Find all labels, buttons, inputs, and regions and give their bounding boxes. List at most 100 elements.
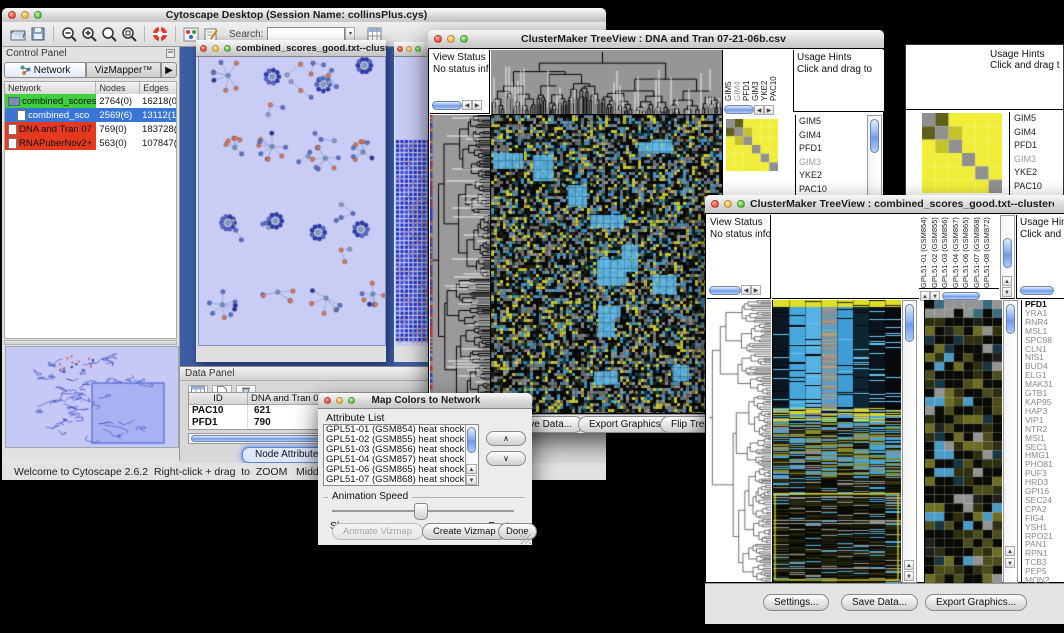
attribute-list-item[interactable]: GPL51-07 (GSM868) heat shock 60 min [324,475,466,485]
network-table-row[interactable]: combined_scores2764(0)16218(0) [5,94,176,108]
gene-label[interactable]: YKE2 [1014,166,1064,180]
scroll-down-icon[interactable]: ▼ [1005,558,1015,568]
array-label[interactable]: GPL51-04 (GSM857) [951,216,962,288]
minimize-icon[interactable] [336,397,343,404]
minimize-icon[interactable] [212,45,219,52]
array-label[interactable]: YKE2 [760,51,769,101]
column-header-edges[interactable]: Edges [140,82,176,94]
close-icon[interactable] [324,397,331,404]
zoom-hscrollbar[interactable]: ◀▶ [724,103,788,116]
close-icon[interactable] [8,11,16,19]
global-vscrollbar[interactable]: ▲ ▼ [902,300,917,583]
gene-dendrogram[interactable] [707,300,771,583]
array-label[interactable]: PFD1 [742,51,751,101]
array-label[interactable]: GIM5 [724,51,733,101]
minimize-icon[interactable] [447,35,455,43]
network-table-row[interactable]: RNAPuberNov2+563(0)107847(0) [5,136,176,150]
gene-label[interactable]: YKE2 [799,169,841,183]
network-canvas[interactable] [198,40,386,346]
gene-label[interactable]: PAC10 [799,183,841,197]
global-heatmap[interactable] [491,115,723,413]
float-panel-icon[interactable] [166,49,175,58]
zoom-window-icon[interactable] [415,46,421,52]
resize-grip[interactable] [520,533,531,544]
array-label[interactable]: GPL51-02 (GSM855) [930,216,941,288]
treeview-dna-titlebar[interactable]: ClusterMaker TreeView : DNA and Tran 07-… [428,30,884,49]
scroll-down-icon[interactable]: ▼ [466,475,477,485]
scroll-right-icon[interactable]: ▶ [472,100,482,110]
zoom-window-icon[interactable] [737,200,745,208]
zoom-window-icon[interactable] [224,45,231,52]
network-view-titlebar[interactable]: combined_scores_good.txt--cluste... [196,40,386,57]
attribute-list-item[interactable]: GPL51-02 (GSM855) heat shock 10 min [324,435,466,445]
save-data-button[interactable]: Save Data... [841,594,918,611]
scroll-up-icon[interactable]: ▲ [466,464,477,474]
open-icon[interactable] [8,25,28,44]
attribute-list-item[interactable]: GPL51-06 (GSM865) heat shock 40 min [324,465,466,475]
gene-label[interactable]: GIM4 [1014,126,1064,140]
attribute-list-item[interactable]: GPL51-01 (GSM854) heat shock 05 min [324,425,466,435]
scrollbar-thumb[interactable] [1006,304,1015,334]
scrollbar-thumb[interactable] [467,427,476,453]
labels-vscrollbar[interactable]: ▲ ▼ [1000,215,1015,299]
array-label[interactable]: GIM4 [733,51,742,101]
global-heatmap[interactable] [772,300,901,583]
close-icon[interactable] [397,46,403,52]
status-scrollbar[interactable]: ◀▶ [709,285,761,295]
move-down-button[interactable]: ∨ [486,451,526,466]
treeview-combined-titlebar[interactable]: ClusterMaker TreeView : combined_scores_… [705,195,1064,214]
array-label[interactable]: PAC10 [769,51,778,101]
zoom-selected-icon[interactable] [119,25,139,44]
scroll-left-icon[interactable]: ◀ [741,285,751,295]
dialog-titlebar[interactable]: Map Colors to Network [318,393,532,409]
tab-overflow-arrow[interactable]: ▶ [161,62,177,78]
zoom-window-icon[interactable] [34,11,42,19]
gene-label[interactable]: GIM4 [799,129,841,143]
scroll-down-icon[interactable]: ▼ [1002,287,1012,297]
gene-label[interactable]: GIM3 [799,156,841,170]
array-dendrogram-area[interactable] [772,215,919,299]
network-table-row[interactable]: combined_sco2569(6)13112(15) [5,108,176,122]
main-titlebar[interactable]: Cytoscape Desktop (Session Name: collins… [2,8,606,23]
birdseye-view[interactable] [5,346,179,448]
array-label[interactable]: GPL51-01 (GSM854) [919,216,930,288]
zoom-heatmap[interactable] [924,300,1002,583]
scrollbar-thumb[interactable] [1020,286,1054,295]
save-icon[interactable] [28,25,48,44]
array-label[interactable]: GIM3 [751,51,760,101]
zoom-in-icon[interactable] [79,25,99,44]
gene-label[interactable]: PFD1 [1014,139,1064,153]
scroll-right-icon[interactable]: ▶ [751,285,761,295]
gene-dendrogram[interactable] [430,115,491,413]
scrollbar-thumb[interactable] [870,119,879,153]
zoom-window-icon[interactable] [460,35,468,43]
zoom-vscrollbar[interactable]: ▲ ▼ [1003,300,1018,583]
array-label[interactable]: GPL51-06 (GSM865) [961,216,972,288]
scrollbar-thumb[interactable] [905,304,914,342]
animate-vizmap-button[interactable]: Animate Vizmap [332,523,423,540]
gene-label[interactable]: PFD1 [799,142,841,156]
array-dendrogram[interactable] [491,50,723,115]
tab-vizmapper[interactable]: VizMapper™ [86,62,161,78]
scrollbar-thumb[interactable] [709,286,741,295]
settings-button[interactable]: Settings... [763,594,829,611]
network-view-2-titlebar[interactable] [394,42,430,57]
move-up-button[interactable]: ∧ [486,431,526,446]
attribute-list-item[interactable]: GPL51-04 (GSM857) heat shock 20 min [324,455,466,465]
panel-splitter[interactable] [4,340,177,345]
scroll-down-icon[interactable]: ▼ [904,571,914,581]
zoom-heatmap-matrix[interactable] [726,119,778,171]
zoom-heatmap-matrix[interactable] [922,113,1002,193]
scroll-right-icon[interactable]: ▶ [764,105,774,115]
minimize-icon[interactable] [724,200,732,208]
scroll-up-icon[interactable]: ▲ [904,560,914,570]
minimize-icon[interactable] [406,46,412,52]
network-table-row[interactable]: DNA and Tran 07769(0)183728(0) [5,122,176,136]
zoom-window-icon[interactable] [348,397,355,404]
create-vizmap-button[interactable]: Create Vizmap [422,523,507,540]
list-vscrollbar[interactable]: ▲ ▼ [465,425,478,485]
array-label[interactable]: GPL51-08 (GSM872) [982,216,993,288]
gene-label[interactable]: PAC10 [1014,180,1064,194]
network-canvas-2[interactable] [395,42,429,346]
column-header-nodes[interactable]: Nodes [96,82,140,94]
